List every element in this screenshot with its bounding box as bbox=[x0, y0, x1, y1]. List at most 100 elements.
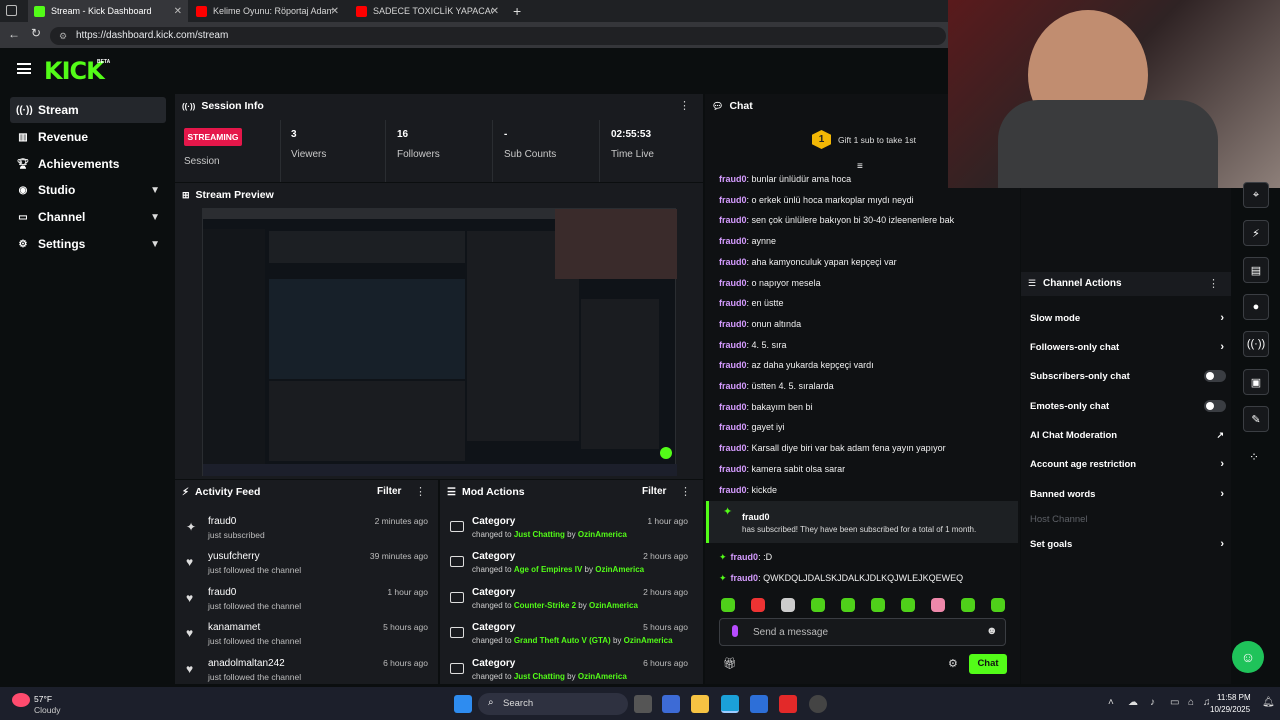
mod-user[interactable]: OzinAmerica bbox=[624, 636, 673, 645]
rail-chat-icon[interactable]: ● bbox=[1243, 294, 1269, 320]
chat-username[interactable]: fraud0 bbox=[719, 298, 747, 308]
mod-user[interactable]: OzinAmerica bbox=[578, 672, 627, 681]
copilot-icon[interactable] bbox=[662, 695, 680, 713]
rail-apps-icon[interactable]: ⁘ bbox=[1249, 450, 1259, 464]
mic-icon[interactable] bbox=[732, 625, 738, 637]
chat-username[interactable]: fraud0 bbox=[719, 195, 747, 205]
chat-username[interactable]: fraud0 bbox=[719, 360, 747, 370]
more-options-icon[interactable]: ⋮ bbox=[415, 485, 426, 498]
mod-filter-button[interactable]: Filter bbox=[642, 486, 666, 497]
chat-username[interactable]: fraud0 bbox=[719, 257, 747, 267]
chat-send-button[interactable]: Chat bbox=[969, 654, 1007, 674]
sidebar-item-channel[interactable]: ▭ Channel ▼ bbox=[10, 204, 166, 230]
pinned-toggle-icon[interactable]: ≡ bbox=[857, 161, 863, 172]
mic-tray-icon[interactable]: ♪ bbox=[1150, 697, 1155, 708]
emote-icon[interactable] bbox=[841, 598, 855, 612]
list-item[interactable]: ♥ yusufcherry just followed the channel 39 … bbox=[178, 551, 438, 585]
rail-wrench-icon[interactable]: ✎ bbox=[1243, 406, 1269, 432]
chat-username[interactable]: fraud0 bbox=[719, 381, 747, 391]
emotes-only-item[interactable]: Emotes-only chat bbox=[1030, 396, 1226, 416]
game-name[interactable]: Age of Empires IV bbox=[514, 565, 582, 574]
sidebar-item-settings[interactable]: ⚙ Settings ▼ bbox=[10, 231, 166, 257]
weather-desc[interactable]: Cloudy bbox=[34, 705, 60, 715]
kick-logo[interactable]: KICK bbox=[44, 57, 105, 85]
subscribers-only-toggle[interactable] bbox=[1204, 370, 1226, 382]
mod-user[interactable]: OzinAmerica bbox=[589, 601, 638, 610]
chat-username[interactable]: fraud0 bbox=[719, 422, 747, 432]
mod-user[interactable]: OzinAmerica bbox=[595, 565, 644, 574]
new-tab-icon[interactable]: + bbox=[513, 3, 521, 19]
game-name[interactable]: Just Chatting bbox=[514, 672, 565, 681]
list-item[interactable]: Category changed to Age of Empires IV by … bbox=[440, 551, 698, 585]
taskbar-search[interactable]: ⌕ Search bbox=[478, 693, 628, 715]
chat-input[interactable]: Send a message ☻ bbox=[719, 618, 1006, 646]
clock-date[interactable]: 10/29/2025 bbox=[1210, 705, 1250, 714]
address-bar[interactable]: ⚙ https://dashboard.kick.com/stream bbox=[50, 27, 946, 45]
sidebar-item-achievements[interactable]: 🏆︎ Achievements bbox=[10, 151, 166, 177]
list-item[interactable]: ✦ fraud0 just subscribed 2 minutes ago bbox=[178, 516, 438, 550]
sidebar-item-studio[interactable]: ◉ Studio ▼ bbox=[10, 177, 166, 203]
emote-icon[interactable] bbox=[961, 598, 975, 612]
stream-preview-video[interactable] bbox=[202, 208, 677, 476]
site-info-icon[interactable]: ⚙ bbox=[59, 27, 67, 45]
emoji-icon[interactable]: ☻ bbox=[986, 625, 998, 637]
emotes-only-toggle[interactable] bbox=[1204, 400, 1226, 412]
gift-sub-text[interactable]: Gift 1 sub to take 1st bbox=[838, 135, 916, 145]
chat-username[interactable]: fraud0 bbox=[719, 485, 747, 495]
close-tab-icon[interactable]: ✕ bbox=[491, 6, 499, 17]
rail-layout-icon[interactable]: ▣ bbox=[1243, 369, 1269, 395]
emote-icon[interactable] bbox=[811, 598, 825, 612]
more-options-icon[interactable]: ⋮ bbox=[1208, 277, 1219, 290]
list-item[interactable]: Category changed to Grand Theft Auto V (G… bbox=[440, 622, 698, 656]
emote-icon[interactable] bbox=[901, 598, 915, 612]
cloud-icon[interactable]: ☁ bbox=[1128, 697, 1138, 708]
rail-lightning-icon[interactable]: ⚡︎ bbox=[1243, 220, 1269, 246]
emote-icon[interactable] bbox=[781, 598, 795, 612]
chat-username[interactable]: fraud0 bbox=[719, 278, 747, 288]
rail-camera-icon[interactable]: ⌖ bbox=[1243, 182, 1269, 208]
weather-icon[interactable] bbox=[12, 693, 30, 707]
tab-kick-dashboard[interactable]: Stream - Kick Dashboard ✕ bbox=[28, 0, 188, 22]
chat-username[interactable]: fraud0 bbox=[731, 573, 759, 583]
sidebar-item-stream[interactable]: ((·)) Stream bbox=[10, 97, 166, 123]
subscribers-only-item[interactable]: Subscribers-only chat bbox=[1030, 366, 1226, 386]
game-name[interactable]: Just Chatting bbox=[514, 530, 565, 539]
list-item[interactable]: Category changed to Just Chatting by Ozin… bbox=[440, 516, 698, 550]
gift-icon[interactable]: 🎁︎ bbox=[723, 657, 737, 670]
emote-icon[interactable] bbox=[991, 598, 1005, 612]
tab-actions-icon[interactable] bbox=[6, 5, 17, 16]
support-button[interactable]: ☺ bbox=[1232, 641, 1264, 673]
tab-youtube-1[interactable]: Kelime Oyunu: Röportaj Adam Ke ✕ bbox=[190, 0, 345, 22]
display-icon[interactable]: ▭ bbox=[1170, 697, 1179, 708]
chat-username[interactable]: fraud0 bbox=[731, 552, 759, 562]
store-icon[interactable] bbox=[750, 695, 768, 713]
emote-icon[interactable] bbox=[931, 598, 945, 612]
mod-user[interactable]: OzinAmerica bbox=[578, 530, 627, 539]
back-icon[interactable]: ← bbox=[8, 27, 20, 41]
list-item[interactable]: Category changed to Counter-Strike 2 by O… bbox=[440, 587, 698, 621]
start-icon[interactable] bbox=[454, 695, 472, 713]
list-item[interactable]: Category changed to Just Chatting by Ozin… bbox=[440, 658, 698, 684]
network-icon[interactable]: ⌂ bbox=[1188, 697, 1194, 708]
activity-filter-button[interactable]: Filter bbox=[377, 486, 401, 497]
task-view-icon[interactable] bbox=[634, 695, 652, 713]
banned-words-item[interactable]: Banned words › bbox=[1030, 484, 1226, 504]
emote-icon[interactable] bbox=[721, 598, 735, 612]
clock-time[interactable]: 11:58 PM bbox=[1217, 693, 1251, 702]
app-icon[interactable] bbox=[809, 695, 827, 713]
sidebar-item-revenue[interactable]: ▥ Revenue bbox=[10, 124, 166, 150]
followers-only-item[interactable]: Followers-only chat › bbox=[1030, 337, 1226, 357]
weather-temp[interactable]: 57°F bbox=[34, 694, 52, 704]
reload-icon[interactable]: ↻ bbox=[31, 26, 41, 40]
chat-username[interactable]: fraud0 bbox=[719, 443, 747, 453]
notification-icon[interactable]: 🔔︎ bbox=[1262, 697, 1275, 708]
rail-broadcast-icon[interactable]: ((·)) bbox=[1243, 331, 1269, 357]
chat-username[interactable]: fraud0 bbox=[719, 215, 747, 225]
account-age-item[interactable]: Account age restriction › bbox=[1030, 454, 1226, 474]
file-explorer-icon[interactable] bbox=[691, 695, 709, 713]
menu-icon[interactable] bbox=[17, 63, 31, 74]
slow-mode-item[interactable]: Slow mode › bbox=[1030, 308, 1226, 328]
close-tab-icon[interactable]: ✕ bbox=[331, 6, 339, 17]
chat-username[interactable]: fraud0 bbox=[719, 402, 747, 412]
rail-list-icon[interactable]: ▤ bbox=[1243, 257, 1269, 283]
